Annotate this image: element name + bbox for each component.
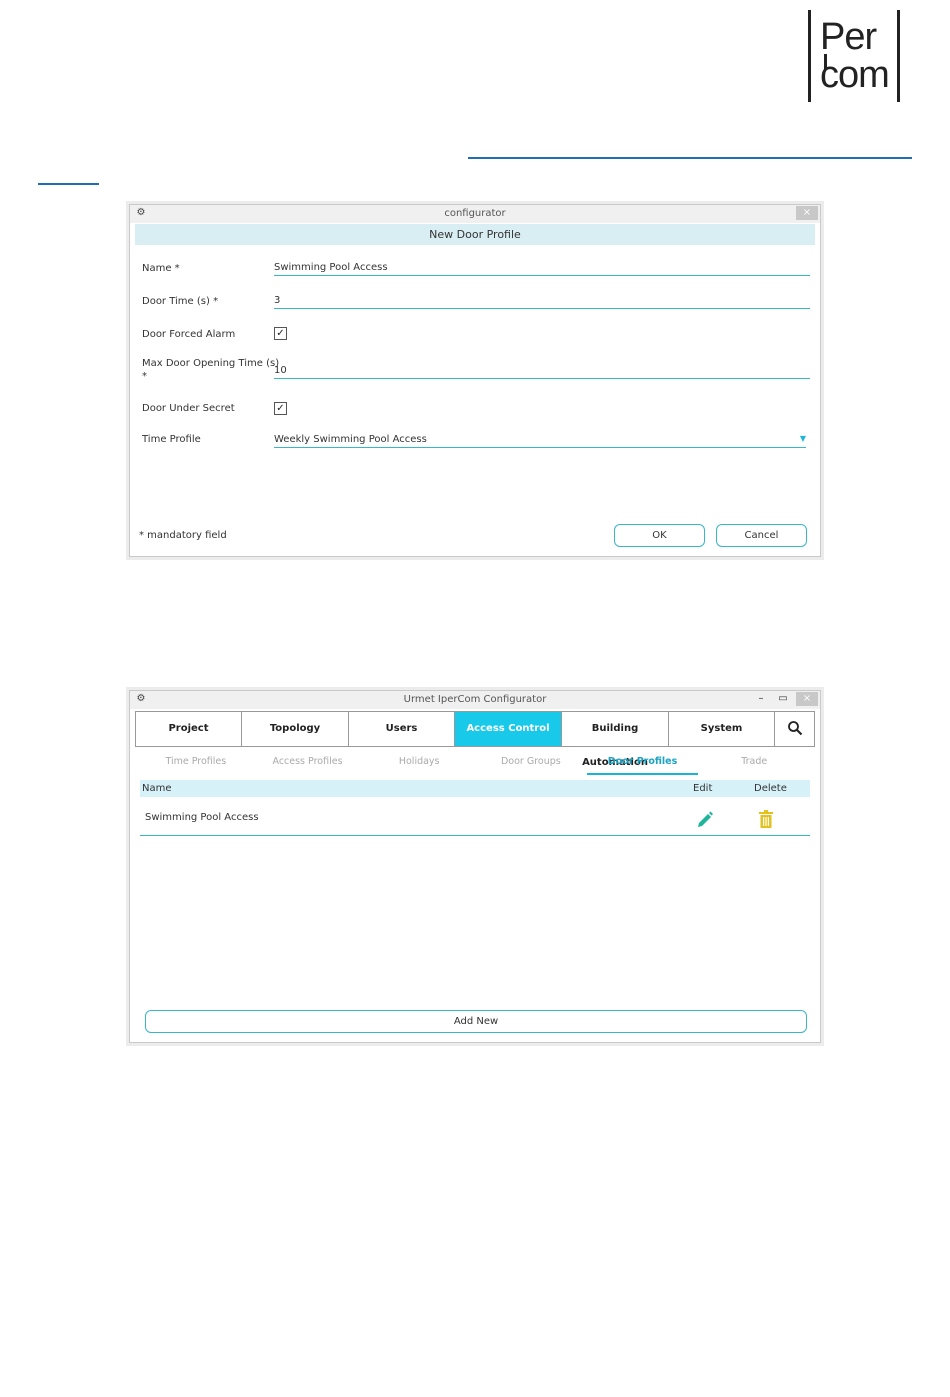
maximize-button[interactable]: ▭ (772, 692, 794, 706)
subtab-time-profiles[interactable]: Time Profiles (140, 755, 252, 775)
time-profile-select[interactable]: Weekly Swimming Pool Access (274, 434, 806, 448)
configurator-titlebar: ⚙ Urmet IperCom Configurator – ▭ × (130, 691, 820, 709)
search-button[interactable] (775, 712, 814, 746)
max-door-opening-input[interactable]: 10 (274, 365, 810, 379)
trash-icon (759, 810, 773, 828)
search-icon (787, 721, 802, 736)
subtab-access-profiles[interactable]: Access Profiles (252, 755, 364, 775)
dialog-titlebar: ⚙ configurator × (130, 205, 820, 223)
tab-topology[interactable]: Topology (242, 712, 349, 746)
time-profile-label: Time Profile (142, 434, 201, 445)
dialog-header: New Door Profile (135, 224, 815, 245)
door-time-input[interactable]: 3 (274, 295, 810, 309)
logo-text-per: Per (820, 16, 877, 58)
cancel-button[interactable]: Cancel (716, 524, 807, 547)
door-under-secret-checkbox[interactable]: ✓ (274, 402, 287, 415)
dialog-window-title: configurator (444, 208, 506, 219)
logo-right-bar (897, 10, 900, 102)
new-door-profile-dialog: ⚙ configurator × New Door Profile Name *… (129, 204, 821, 557)
hyperlink-underline-continued[interactable] (38, 183, 99, 185)
column-header-name: Name (142, 783, 172, 794)
subtab-door-profiles[interactable]: Door Profiles (586, 755, 699, 775)
max-door-opening-required-mark: * (142, 371, 147, 382)
table-row: Swimming Pool Access (140, 801, 810, 836)
max-door-opening-label: Max Door Opening Time (s) (142, 358, 280, 369)
table-header: Name Edit Delete (140, 780, 810, 797)
edit-button[interactable] (696, 809, 714, 827)
add-new-button[interactable]: Add New (145, 1010, 807, 1033)
subtab-holidays[interactable]: Holidays (363, 755, 475, 775)
subtab-trade[interactable]: Trade (698, 755, 810, 775)
pencil-icon (698, 811, 713, 827)
door-under-secret-label: Door Under Secret (142, 403, 235, 414)
column-header-edit: Edit (693, 783, 713, 794)
column-header-delete: Delete (754, 783, 787, 794)
tab-access-control[interactable]: Access Control (455, 712, 562, 746)
logo-text-com: com (820, 54, 890, 96)
door-forced-alarm-checkbox[interactable]: ✓ (274, 327, 287, 340)
tab-project[interactable]: Project (136, 712, 242, 746)
tab-users[interactable]: Users (349, 712, 455, 746)
subtab-door-groups[interactable]: Door Groups (475, 755, 587, 775)
name-label: Name * (142, 263, 180, 274)
door-forced-alarm-label: Door Forced Alarm (142, 329, 236, 340)
configurator-window-title: Urmet IperCom Configurator (403, 694, 547, 705)
hyperlink-underline[interactable] (468, 157, 912, 159)
access-control-subtabs: Time Profiles Access Profiles Holidays D… (140, 755, 810, 775)
app-icon: ⚙ (136, 693, 146, 704)
ipercom-logo: Per com (808, 10, 900, 102)
configurator-close-button[interactable]: × (796, 692, 818, 706)
name-input[interactable]: Swimming Pool Access (274, 262, 810, 276)
tab-system[interactable]: System (669, 712, 775, 746)
row-name-cell: Swimming Pool Access (145, 812, 259, 823)
minimize-button[interactable]: – (750, 692, 772, 706)
tab-building-automation[interactable]: Building Automation (562, 712, 669, 768)
logo-left-bar (808, 10, 811, 102)
ok-button[interactable]: OK (614, 524, 705, 547)
main-nav: Project Topology Users Access Control Bu… (135, 711, 815, 768)
door-time-label: Door Time (s) * (142, 296, 219, 307)
app-icon: ⚙ (136, 207, 146, 218)
mandatory-field-note: * mandatory field (139, 530, 227, 541)
configurator-window: ⚙ Urmet IperCom Configurator – ▭ × Proje… (129, 690, 821, 1043)
dialog-close-button[interactable]: × (796, 206, 818, 220)
delete-button[interactable] (758, 809, 774, 828)
chevron-down-icon[interactable]: ▼ (800, 434, 806, 443)
